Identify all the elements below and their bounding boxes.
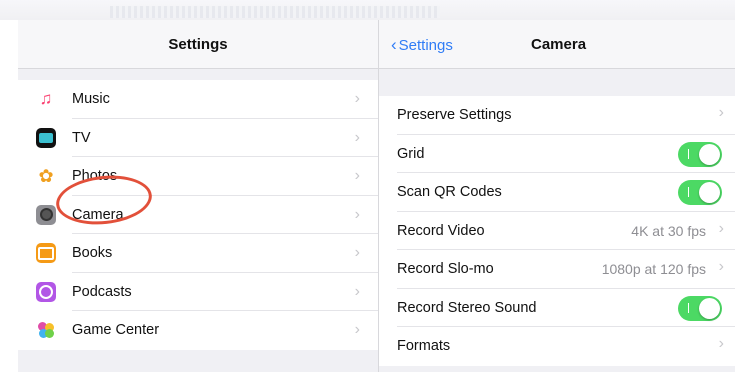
sidebar-item-label: Podcasts — [72, 283, 132, 300]
sidebar-item-tv[interactable]: TV › — [18, 119, 378, 157]
toggle-on-mark — [688, 302, 689, 313]
sidebar-item-podcasts[interactable]: Podcasts › — [18, 273, 378, 311]
record-stereo-sound-toggle[interactable] — [678, 295, 722, 321]
row-label: Record Video — [397, 222, 485, 239]
row-grid: Grid — [379, 135, 735, 173]
camera-settings-list: Preserve Settings › Grid Scan QR Codes R… — [379, 96, 735, 366]
game-center-icon — [36, 320, 56, 341]
row-scan-qr-codes: Scan QR Codes — [379, 173, 735, 212]
page-title: Camera — [531, 36, 587, 53]
music-note-icon: ♫ — [36, 89, 56, 110]
chevron-right-icon: › — [354, 167, 360, 185]
chevron-right-icon: › — [718, 258, 724, 275]
chevron-right-icon: › — [718, 335, 724, 352]
sidebar-title: Settings — [168, 36, 228, 53]
row-preserve-settings[interactable]: Preserve Settings › — [379, 96, 735, 135]
chevron-right-icon: › — [354, 128, 360, 146]
back-button[interactable]: ‹ Settings — [391, 35, 453, 55]
chevron-right-icon: › — [354, 321, 360, 339]
detail-header: ‹ Settings Camera — [379, 20, 735, 69]
toggle-knob — [699, 143, 720, 165]
row-value: 1080p at 120 fps — [601, 261, 706, 277]
sidebar-item-music[interactable]: ♫ Music › — [18, 80, 378, 119]
photos-flower-icon: ✿ — [36, 166, 56, 187]
chevron-right-icon: › — [354, 205, 360, 223]
camera-settings-pane: ‹ Settings Camera Preserve Settings › Gri… — [378, 20, 735, 372]
tv-icon — [36, 127, 56, 148]
chevron-right-icon: › — [718, 219, 724, 237]
chevron-right-icon: › — [354, 244, 360, 262]
sidebar-item-game-center[interactable]: Game Center › — [18, 311, 378, 350]
back-label: Settings — [398, 37, 453, 54]
sidebar-header: Settings — [18, 20, 378, 69]
row-label: Formats — [397, 338, 451, 354]
row-value: 4K at 30 fps — [631, 222, 706, 239]
sidebar-item-label: Books — [72, 245, 113, 262]
row-label: Record Stereo Sound — [397, 299, 537, 316]
sidebar-item-label: Game Center — [72, 322, 160, 339]
grid-toggle[interactable] — [678, 141, 722, 167]
scan-qr-codes-toggle[interactable] — [678, 180, 722, 205]
row-formats[interactable]: Formats › — [379, 327, 735, 366]
toggle-knob — [699, 182, 720, 203]
chevron-right-icon: › — [354, 90, 360, 108]
chevron-right-icon: › — [718, 104, 724, 121]
row-label: Scan QR Codes — [397, 184, 502, 200]
blurred-status-area — [110, 6, 440, 18]
toggle-knob — [699, 297, 720, 319]
sidebar-item-label: TV — [72, 129, 91, 146]
row-label: Record Slo-mo — [397, 261, 494, 277]
camera-icon — [36, 204, 56, 225]
chevron-left-icon: ‹ — [391, 35, 397, 54]
row-label: Grid — [397, 145, 425, 162]
books-icon — [36, 243, 56, 264]
row-record-stereo-sound: Record Stereo Sound — [379, 289, 735, 327]
toggle-on-mark — [688, 148, 689, 159]
row-record-slo-mo[interactable]: Record Slo-mo 1080p at 120 fps › — [379, 250, 735, 289]
status-strip — [0, 0, 735, 20]
podcasts-icon — [36, 281, 56, 302]
toggle-on-mark — [688, 187, 689, 197]
sidebar-item-books[interactable]: Books › — [18, 234, 378, 273]
row-label: Preserve Settings — [397, 107, 512, 123]
row-record-video[interactable]: Record Video 4K at 30 fps › — [379, 212, 735, 250]
chevron-right-icon: › — [354, 282, 360, 300]
sidebar-item-label: Music — [72, 91, 110, 108]
